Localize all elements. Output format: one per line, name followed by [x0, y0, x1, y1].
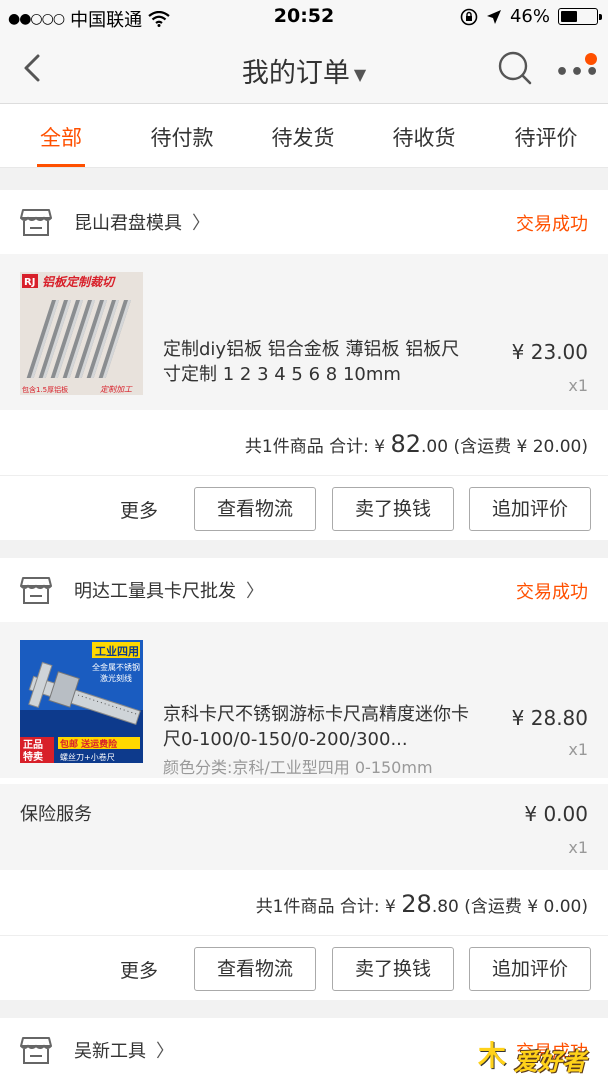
total-integer: 82	[390, 430, 421, 458]
tab-pending-receipt[interactable]: 待收货	[374, 122, 474, 152]
chevron-right-icon: 〉	[156, 1041, 174, 1062]
svg-text:激光刻线: 激光刻线	[100, 673, 132, 683]
status-bar: ●●○○○ 中国联通 20:52 46%	[0, 0, 608, 34]
total-decimal: .80 (含运费 ¥ 0.00)	[431, 897, 588, 917]
notification-dot	[585, 53, 597, 65]
dropdown-caret-icon: ▼	[353, 65, 367, 84]
total-prefix: 共1件商品 合计: ¥	[244, 437, 391, 457]
order-tabs: 全部 待付款 待发货 待收货 待评价	[0, 104, 608, 168]
product-thumbnail[interactable]: RJ 铝板定制裁切 包含1.5厚铝板 定制加工	[20, 272, 143, 395]
shop-header[interactable]: 明达工量具卡尺批发〉 交易成功	[0, 558, 608, 622]
aluminum-plates-image: RJ 铝板定制裁切 包含1.5厚铝板 定制加工	[20, 272, 143, 395]
tab-pending-payment[interactable]: 待付款	[132, 122, 232, 152]
shop-name[interactable]: 明达工量具卡尺批发〉	[74, 577, 264, 603]
resell-button[interactable]: 卖了换钱	[332, 487, 454, 531]
insurance-service: 保险服务 ¥ 0.00 x1	[0, 778, 608, 870]
watermark-logo: 木 爱好者	[478, 1034, 602, 1076]
svg-text:包含1.5厚铝板: 包含1.5厚铝板	[22, 385, 68, 394]
insurance-quantity: x1	[568, 838, 588, 857]
svg-text:特卖: 特卖	[23, 750, 43, 763]
shop-name-text: 明达工量具卡尺批发	[74, 581, 236, 602]
shop-icon	[20, 209, 52, 236]
rotation-lock-icon	[460, 8, 478, 25]
view-logistics-button[interactable]: 查看物流	[194, 947, 316, 991]
order-status: 交易成功	[516, 214, 588, 235]
order-item[interactable]: RJ 铝板定制裁切 包含1.5厚铝板 定制加工 定制diy铝板 铝合金板 薄铝板…	[0, 254, 608, 410]
svg-text:螺丝刀+小卷尺: 螺丝刀+小卷尺	[60, 752, 115, 762]
order-total: 共1件商品 合计: ¥ 28.80 (含运费 ¥ 0.00)	[256, 890, 588, 918]
product-price: ¥ 28.80	[511, 706, 588, 730]
order-actions: 更多 查看物流 卖了换钱 追加评价	[0, 476, 608, 540]
product-thumbnail[interactable]: 工业四用 全金属不锈钢 激光刻线 正品 特卖 包邮 送运费险 螺丝刀+小卷尺	[20, 640, 143, 763]
svg-text:铝板定制裁切: 铝板定制裁切	[42, 275, 116, 289]
product-title: 京科卡尺不锈钢游标卡尺高精度迷你卡尺0-100/0-150/0-200/300.…	[163, 704, 469, 750]
battery-percent: 46%	[509, 6, 550, 27]
insurance-label: 保险服务	[20, 804, 92, 825]
page-title-text: 我的订单	[241, 58, 350, 89]
add-review-button[interactable]: 追加评价	[469, 487, 591, 531]
order-actions: 更多 查看物流 卖了换钱 追加评价	[0, 936, 608, 1000]
chevron-right-icon: 〉	[246, 581, 264, 602]
order-status: 交易成功	[516, 582, 588, 603]
product-price: ¥ 23.00	[511, 340, 588, 364]
shop-name[interactable]: 吴新工具〉	[74, 1037, 174, 1063]
view-logistics-button[interactable]: 查看物流	[194, 487, 316, 531]
order-summary: 共1件商品 合计: ¥ 82.00 (含运费 ¥ 20.00)	[0, 410, 608, 476]
location-arrow-icon	[486, 9, 501, 24]
battery-icon	[558, 8, 602, 25]
product-variant: 颜色分类:京科/工业型四用 0-150mm	[163, 758, 433, 777]
chevron-right-icon: 〉	[192, 213, 210, 234]
tab-all[interactable]: 全部	[11, 122, 111, 152]
total-integer: 28	[401, 890, 432, 918]
svg-text:正品: 正品	[23, 739, 43, 751]
insurance-price: ¥ 0.00	[524, 802, 588, 826]
svg-text:工业四用: 工业四用	[95, 644, 139, 658]
svg-text:定制加工: 定制加工	[100, 385, 133, 394]
shop-header[interactable]: 昆山君盘模具〉 交易成功	[0, 190, 608, 254]
add-review-button[interactable]: 追加评价	[469, 947, 591, 991]
order-card: 昆山君盘模具〉 交易成功 RJ 铝板定制裁切 包含1.5厚铝板 定制加工 定制d…	[0, 190, 608, 540]
svg-text:全金属不锈钢: 全金属不锈钢	[92, 662, 140, 672]
order-summary: 共1件商品 合计: ¥ 28.80 (含运费 ¥ 0.00)	[0, 870, 608, 936]
watermark-part1: 木	[478, 1039, 507, 1072]
shop-icon	[20, 1037, 52, 1064]
more-link[interactable]: 更多	[120, 956, 158, 983]
tab-pending-shipment[interactable]: 待发货	[253, 122, 353, 152]
shop-name-text: 吴新工具	[74, 1041, 146, 1062]
shop-name-text: 昆山君盘模具	[74, 213, 182, 234]
total-prefix: 共1件商品 合计: ¥	[255, 897, 402, 917]
resell-button[interactable]: 卖了换钱	[332, 947, 454, 991]
product-quantity: x1	[568, 376, 588, 395]
total-decimal: .00 (含运费 ¥ 20.00)	[421, 437, 588, 457]
order-item[interactable]: 工业四用 全金属不锈钢 激光刻线 正品 特卖 包邮 送运费险 螺丝刀+小卷尺 京…	[0, 622, 608, 778]
order-card: 明达工量具卡尺批发〉 交易成功 工业四用 全金属不锈钢 激光刻线 正品 特卖 包…	[0, 558, 608, 1000]
product-title: 定制diy铝板 铝合金板 薄铝板 铝板尺寸定制 1 2 3 4 5 6 8 10…	[163, 339, 460, 385]
active-tab-indicator	[37, 164, 85, 167]
svg-text:包邮 送运费险: 包邮 送运费险	[59, 738, 118, 750]
order-total: 共1件商品 合计: ¥ 82.00 (含运费 ¥ 20.00)	[245, 430, 588, 458]
caliper-image: 工业四用 全金属不锈钢 激光刻线 正品 特卖 包邮 送运费险 螺丝刀+小卷尺	[20, 640, 143, 763]
svg-text:RJ: RJ	[24, 277, 35, 288]
shop-icon	[20, 577, 52, 604]
product-quantity: x1	[568, 740, 588, 759]
tab-pending-review[interactable]: 待评价	[496, 122, 596, 152]
status-right: 46%	[460, 6, 602, 27]
nav-bar: 我的订单 ▼ •••	[0, 34, 608, 104]
search-icon[interactable]	[497, 50, 533, 86]
more-link[interactable]: 更多	[120, 496, 158, 523]
shop-name[interactable]: 昆山君盘模具〉	[74, 209, 210, 235]
watermark-part2: 爱好者	[514, 1048, 586, 1076]
